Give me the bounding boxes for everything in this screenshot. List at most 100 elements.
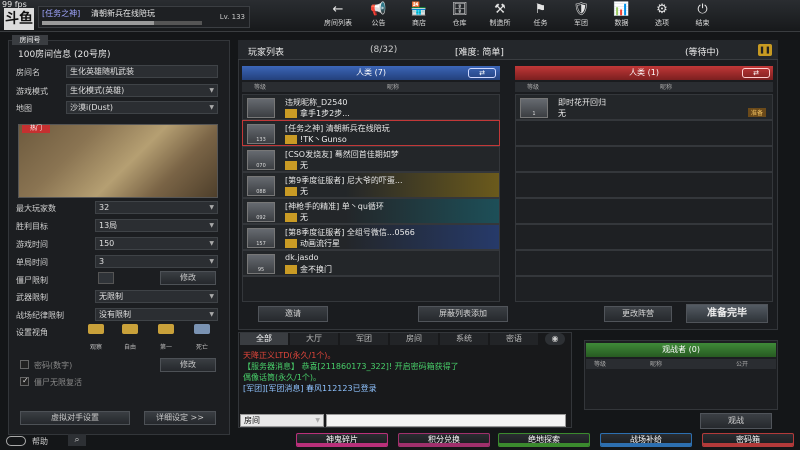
- player-clan-text: 无: [300, 187, 308, 196]
- clan-emblem-icon: [285, 265, 297, 274]
- search-icon[interactable]: ⌕: [68, 434, 86, 446]
- bottom-button[interactable]: 密码箱: [702, 433, 794, 447]
- player-row[interactable]: 95 dk.jasdo 金不换门: [242, 250, 500, 276]
- chat-tab[interactable]: 房间: [390, 333, 438, 345]
- room-name-label: 房间名: [16, 68, 40, 77]
- player-count: (8/32): [370, 45, 398, 55]
- change-team-button[interactable]: 更改阵营: [604, 306, 672, 322]
- toggle-icon[interactable]: [6, 436, 26, 446]
- spectator-column-header: 等级 昵称 公开: [586, 359, 776, 369]
- empty-slot: [515, 276, 773, 302]
- player-name: 即时花开回归: [558, 98, 606, 107]
- bottom-button[interactable]: 积分兑换: [398, 433, 490, 447]
- game-mode-label: 游戏模式: [16, 87, 48, 96]
- view-first-person-icon[interactable]: [158, 324, 174, 334]
- player-row[interactable]: 违规昵称_D2540 拿手1步2步...: [242, 94, 500, 120]
- player-row[interactable]: 157 [第8季度征服者] 全组号微信...0566 动画流行星: [242, 224, 500, 250]
- view-label: 设置视角: [16, 328, 48, 337]
- detail-settings-button[interactable]: 详细设定 >>: [144, 411, 216, 425]
- player-name: dk.jasdo: [285, 253, 319, 262]
- spectator-col-public: 公开: [736, 361, 749, 368]
- view-death-icon[interactable]: [194, 324, 210, 334]
- password-modify-button[interactable]: 修改: [160, 358, 216, 372]
- eye-icon[interactable]: ◉: [545, 333, 565, 345]
- weapon-limit-select[interactable]: 无限制: [95, 290, 218, 303]
- player-clan: !TK丶Gunso: [285, 134, 347, 145]
- bottom-button[interactable]: 神鬼碎片: [296, 433, 388, 447]
- player-clan: 无: [285, 186, 308, 197]
- workshop-icon: ⚒: [494, 2, 506, 17]
- game-time-label: 游戏时间: [16, 240, 48, 249]
- player-row[interactable]: 1 即时花开回归无 准备: [515, 94, 773, 120]
- nav-clan-button[interactable]: 🛡 军团: [563, 2, 599, 30]
- nav-data-button[interactable]: 📊 数据: [604, 2, 640, 30]
- chat-tab[interactable]: 军团: [340, 333, 388, 345]
- team-switch-icon[interactable]: ⇄: [468, 68, 496, 78]
- clan-emblem-icon: [285, 187, 297, 196]
- round-time-select[interactable]: 3: [95, 255, 218, 268]
- nav-megaphone-button[interactable]: 📢 公告: [361, 2, 397, 30]
- user-level: Lv. 133: [219, 13, 245, 21]
- chat-tab[interactable]: 全部: [240, 333, 288, 345]
- rank-icon: 95: [247, 254, 275, 274]
- nav-gear-button[interactable]: ⚙ 选项: [644, 2, 680, 30]
- nav-shop-button[interactable]: 🏪 商店: [401, 2, 437, 30]
- user-clan: [任务之神]: [42, 9, 81, 18]
- max-players-select[interactable]: 32: [95, 201, 218, 214]
- invite-button[interactable]: 邀请: [258, 306, 328, 322]
- zombie-unlimited-checkbox[interactable]: [20, 376, 29, 386]
- nav-mission-button[interactable]: ⚑ 任务: [523, 2, 559, 30]
- discipline-select[interactable]: 没有限制: [95, 308, 218, 321]
- player-clan-text: 拿手1步2步...: [300, 109, 350, 118]
- nav-arrow-left-button[interactable]: ← 房间列表: [320, 2, 356, 30]
- chat-line: 天降正义LTD(永久/1个)。: [243, 351, 336, 360]
- game-time-select[interactable]: 150: [95, 237, 218, 250]
- player-row[interactable]: 088 [第9季度征服者] 尼大爷的吓蛋... 无: [242, 172, 500, 198]
- max-players-label: 最大玩家数: [16, 204, 56, 213]
- chat-input[interactable]: [326, 414, 566, 427]
- chat-channel-select[interactable]: 房间: [240, 414, 324, 427]
- game-mode-select[interactable]: 生化模式(英雄): [66, 84, 218, 97]
- megaphone-icon: 📢: [370, 2, 387, 17]
- watch-button[interactable]: 观战: [700, 413, 772, 429]
- gear-icon: ⚙: [656, 2, 668, 17]
- bottom-button[interactable]: 绝地探索: [498, 433, 590, 447]
- player-clan: 动画流行星: [285, 238, 340, 249]
- chat-tab[interactable]: 大厅: [290, 333, 338, 345]
- rank-number: 133: [256, 137, 266, 143]
- clan-emblem-icon: [285, 135, 297, 144]
- player-name: 违规昵称_D2540: [285, 98, 348, 107]
- spectator-col-name: 昵称: [650, 361, 663, 368]
- view-observer-icon[interactable]: [88, 324, 104, 334]
- nav-workshop-button[interactable]: ⚒ 制造所: [482, 2, 518, 30]
- help-label[interactable]: 帮助: [32, 436, 48, 447]
- block-list-button[interactable]: 屏蔽列表添加: [418, 306, 508, 322]
- logo: 斗鱼: [4, 8, 34, 30]
- bot-settings-button[interactable]: 虚拟对手设置: [20, 411, 130, 425]
- nav-label: 仓库: [452, 19, 467, 27]
- view-free-icon[interactable]: [122, 324, 138, 334]
- bottom-button[interactable]: 战场补给: [600, 433, 692, 447]
- chat-tab[interactable]: 密语: [490, 333, 538, 345]
- map-select[interactable]: 沙漠ⅰ(Dust): [66, 101, 218, 114]
- ready-button[interactable]: 准备完毕: [686, 304, 768, 323]
- nav-label: 商店: [412, 19, 426, 27]
- chat-tab[interactable]: 系统: [440, 333, 488, 345]
- pause-icon[interactable]: ❚❚: [758, 44, 772, 56]
- nav-power-button[interactable]: ⏻ 结束: [685, 2, 721, 30]
- win-target-select[interactable]: 13局: [95, 219, 218, 232]
- rank-icon: 133: [247, 124, 275, 144]
- nav-warehouse-button[interactable]: 🗄 仓库: [442, 2, 478, 30]
- room-name-field[interactable]: 生化英雄随机武装: [66, 65, 218, 78]
- player-name: [神枪手的精准] 单丶qu循环: [285, 202, 384, 211]
- spectator-col-level: 等级: [594, 361, 607, 368]
- team-switch-icon-2[interactable]: ⇄: [742, 68, 770, 78]
- player-row[interactable]: 070 [CSO发烧友] 蓦然回首佳期如梦无: [242, 146, 500, 172]
- password-checkbox[interactable]: [20, 360, 29, 369]
- rank-icon: 088: [247, 176, 275, 196]
- player-row[interactable]: 133 [任务之神] 清朝新兵在线陪玩 !TK丶Gunso: [242, 120, 500, 146]
- room-number-tab[interactable]: 房间号: [12, 35, 48, 45]
- player-row[interactable]: 092 [神枪手的精准] 单丶qu循环无: [242, 198, 500, 224]
- player-name: [第9季度征服者] 尼大爷的吓蛋...: [285, 176, 403, 185]
- zombie-limit-modify-button[interactable]: 修改: [160, 271, 216, 285]
